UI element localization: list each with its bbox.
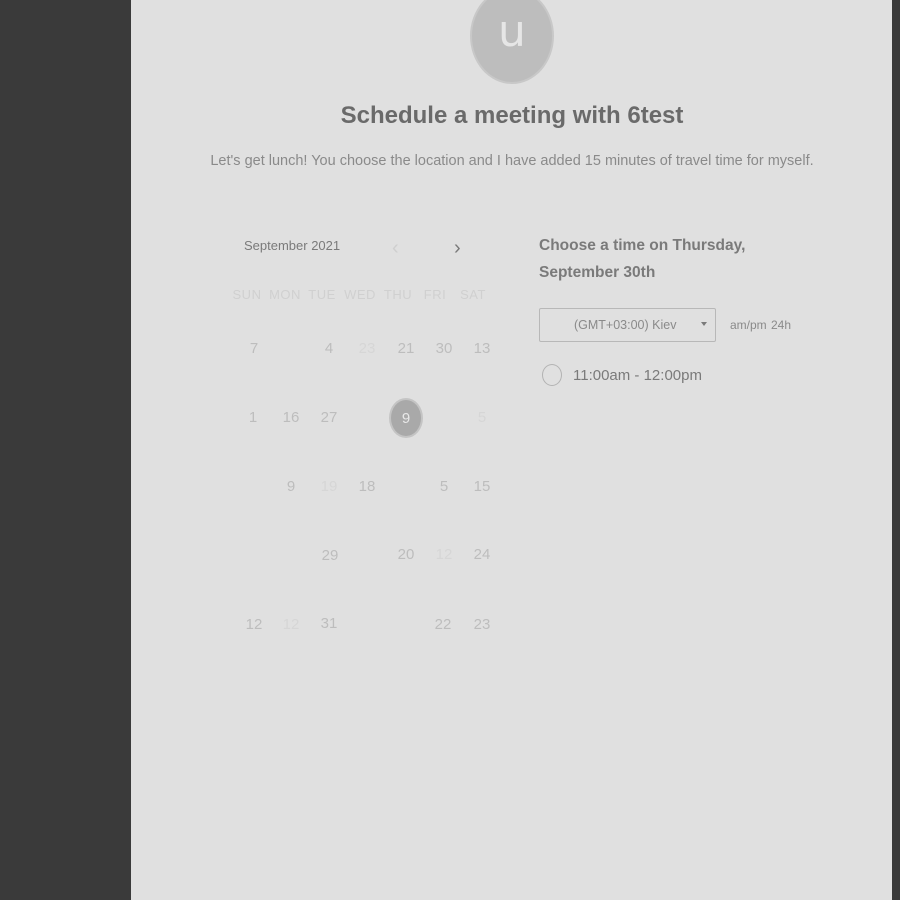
calendar-day[interactable]: 20 [388,546,424,563]
calendar-day[interactable]: 5 [426,478,462,495]
calendar-day[interactable]: 30 [426,340,462,357]
weekday-sun: SUN [232,287,262,302]
weekday-tue: TUE [308,287,336,302]
calendar-day[interactable]: 29 [312,547,348,564]
chevron-left-icon[interactable]: ‹ [392,238,399,258]
caret-down-icon [701,322,707,326]
page-subtitle: Let's get lunch! You choose the location… [210,153,814,169]
calendar-day[interactable]: 12 [236,616,272,633]
right-edge [892,0,900,900]
weekday-wed: WED [344,287,376,302]
calendar-day[interactable]: 12 [273,616,309,633]
timezone-label: (GMT+03:00) Kiev [574,318,677,332]
avatar-letter: u [498,6,526,57]
scheduling-panel [131,0,892,900]
calendar-day[interactable]: 19 [311,478,347,495]
time-slot[interactable]: 11:00am - 12:00pm [542,364,702,386]
calendar-day-selected[interactable]: 9 [389,398,423,438]
calendar-day[interactable]: 13 [464,340,500,357]
radio-button[interactable] [542,364,562,386]
calendar-day[interactable]: 27 [311,409,347,426]
calendar-day[interactable]: 16 [273,409,309,426]
calendar-day[interactable]: 23 [349,340,385,357]
calendar-day[interactable]: 9 [273,478,309,495]
calendar-day[interactable]: 21 [388,340,424,357]
calendar-day[interactable]: 5 [464,409,500,426]
calendar-day[interactable]: 1 [235,409,271,426]
calendar-month-label: September 2021 [244,238,341,253]
calendar-day[interactable]: 15 [464,478,500,495]
format-24h-toggle[interactable]: 24h [771,318,791,332]
weekday-thu: THU [383,287,413,302]
calendar-day[interactable]: 23 [464,616,500,633]
calendar-day[interactable]: 18 [349,478,385,495]
time-heading: Choose a time on Thursday, September 30t… [539,237,746,281]
weekday-mon: MON [269,287,301,302]
calendar-day[interactable]: 31 [311,615,347,632]
calendar-day[interactable]: 22 [425,616,461,633]
timezone-select[interactable]: (GMT+03:00) Kiev [539,308,716,342]
calendar-day[interactable]: 24 [464,546,500,563]
calendar-day[interactable]: 7 [236,340,272,357]
chevron-right-icon[interactable]: › [454,238,461,258]
weekday-sat: SAT [460,287,486,302]
page-title: Schedule a meeting with 6test [340,102,684,129]
calendar-day[interactable]: 4 [311,340,347,357]
format-ampm-toggle[interactable]: am/pm [730,318,767,332]
calendar-day[interactable]: 12 [426,546,462,563]
weekday-fri: FRI [423,287,447,302]
time-slot-label: 11:00am - 12:00pm [573,366,702,384]
